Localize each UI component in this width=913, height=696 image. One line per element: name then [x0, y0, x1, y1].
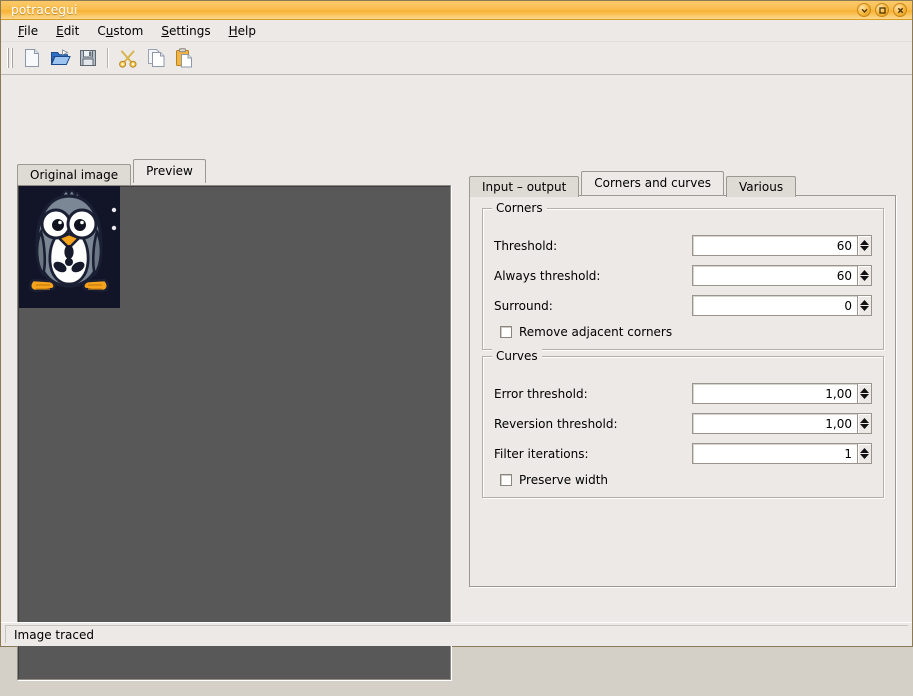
menu-settings[interactable]: Settings — [152, 22, 219, 40]
remove-adjacent-corners-label: Remove adjacent corners — [519, 325, 672, 339]
threshold-value[interactable]: 60 — [692, 235, 857, 256]
menu-custom[interactable]: Custom — [88, 22, 152, 40]
filter-iterations-label: Filter iterations: — [494, 447, 589, 461]
always-threshold-spinbox[interactable]: 60 — [692, 265, 872, 286]
minimize-button[interactable] — [857, 3, 871, 17]
filter-iterations-value[interactable]: 1 — [692, 443, 857, 464]
filter-iterations-row: Filter iterations: 1 — [494, 443, 872, 464]
main-content: Original image Preview — [1, 75, 912, 622]
stepper-up-icon — [860, 240, 869, 245]
always-threshold-row: Always threshold: 60 — [494, 265, 872, 286]
paste-clipboard-icon — [173, 47, 195, 69]
surround-spinbox[interactable]: 0 — [692, 295, 872, 316]
threshold-stepper[interactable] — [857, 235, 872, 256]
curves-group-title: Curves — [492, 349, 542, 363]
stepper-up-icon — [860, 418, 869, 423]
preserve-width-label: Preserve width — [519, 473, 608, 487]
tab-input-output[interactable]: Input – output — [469, 176, 579, 197]
tool-bar — [1, 42, 912, 75]
open-folder-icon — [49, 47, 71, 69]
save-button[interactable] — [74, 44, 102, 72]
image-tabstrip: Original image Preview — [17, 161, 208, 183]
tab-preview[interactable]: Preview — [133, 159, 206, 183]
error-threshold-row: Error threshold: 1,00 — [494, 383, 872, 404]
status-message: Image traced — [5, 625, 908, 643]
reversion-threshold-spinbox[interactable]: 1,00 — [692, 413, 872, 434]
window-title: potracegui — [11, 3, 78, 17]
options-pane: Input – output Corners and curves Variou… — [461, 75, 912, 622]
curves-groupbox: Curves Error threshold: 1,00 Reversio — [482, 356, 884, 498]
corners-and-curves-panel: Corners Threshold: 60 Always threshol — [469, 195, 896, 587]
cut-button[interactable] — [114, 44, 142, 72]
menu-edit[interactable]: Edit — [47, 22, 88, 40]
reversion-threshold-value[interactable]: 1,00 — [692, 413, 857, 434]
close-icon — [896, 6, 905, 15]
new-document-icon — [21, 47, 43, 69]
surround-stepper[interactable] — [857, 295, 872, 316]
surround-label: Surround: — [494, 299, 553, 313]
menu-file[interactable]: FFileile — [9, 22, 47, 40]
stepper-up-icon — [860, 448, 869, 453]
reversion-threshold-label: Reversion threshold: — [494, 417, 618, 431]
status-bar: Image traced — [1, 622, 912, 646]
preserve-width-checkbox[interactable] — [500, 474, 512, 486]
surround-row: Surround: 0 — [494, 295, 872, 316]
window-controls — [857, 3, 907, 17]
threshold-spinbox[interactable]: 60 — [692, 235, 872, 256]
stepper-up-icon — [860, 300, 869, 305]
stepper-down-icon — [860, 246, 869, 251]
stepper-down-icon — [860, 306, 869, 311]
stepper-down-icon — [860, 454, 869, 459]
application-window: potracegui FFileile Edit Custom Set — [0, 0, 913, 647]
stepper-down-icon — [860, 394, 869, 399]
always-threshold-label: Always threshold: — [494, 269, 600, 283]
error-threshold-stepper[interactable] — [857, 383, 872, 404]
corners-group-title: Corners — [492, 201, 547, 215]
error-threshold-value[interactable]: 1,00 — [692, 383, 857, 404]
title-bar[interactable]: potracegui — [1, 1, 912, 20]
menu-help[interactable]: Help — [220, 22, 265, 40]
error-threshold-spinbox[interactable]: 1,00 — [692, 383, 872, 404]
stepper-down-icon — [860, 424, 869, 429]
filter-iterations-stepper[interactable] — [857, 443, 872, 464]
toolbar-separator — [107, 48, 109, 68]
threshold-label: Threshold: — [494, 239, 557, 253]
stepper-up-icon — [860, 388, 869, 393]
preserve-width-row[interactable]: Preserve width — [500, 473, 608, 487]
tab-original-image[interactable]: Original image — [17, 164, 131, 185]
maximize-button[interactable] — [875, 3, 889, 17]
close-button[interactable] — [893, 3, 907, 17]
error-threshold-label: Error threshold: — [494, 387, 588, 401]
corners-groupbox: Corners Threshold: 60 Always threshol — [482, 208, 884, 350]
remove-adjacent-corners-checkbox[interactable] — [500, 326, 512, 338]
reversion-threshold-stepper[interactable] — [857, 413, 872, 434]
always-threshold-value[interactable]: 60 — [692, 265, 857, 286]
always-threshold-stepper[interactable] — [857, 265, 872, 286]
filter-iterations-spinbox[interactable]: 1 — [692, 443, 872, 464]
penguin-preview-image — [19, 186, 120, 308]
stepper-down-icon — [860, 276, 869, 281]
stepper-up-icon — [860, 270, 869, 275]
toolbar-grip[interactable] — [7, 47, 14, 69]
tab-corners-and-curves[interactable]: Corners and curves — [581, 171, 724, 195]
penguin-illustration — [19, 186, 120, 308]
reversion-threshold-row: Reversion threshold: 1,00 — [494, 413, 872, 434]
threshold-row: Threshold: 60 — [494, 235, 872, 256]
preview-canvas[interactable] — [17, 185, 451, 680]
new-document-button[interactable] — [18, 44, 46, 72]
copy-icon — [145, 47, 167, 69]
chevron-down-icon — [860, 6, 869, 15]
options-tabstrip: Input – output Corners and curves Variou… — [469, 173, 798, 195]
menu-bar: FFileile Edit Custom Settings Help — [1, 20, 912, 42]
tab-various[interactable]: Various — [726, 176, 796, 197]
cut-scissors-icon — [117, 47, 139, 69]
surround-value[interactable]: 0 — [692, 295, 857, 316]
preview-pane: Original image Preview — [1, 75, 461, 622]
paste-button[interactable] — [170, 44, 198, 72]
square-icon — [878, 6, 887, 15]
open-file-button[interactable] — [46, 44, 74, 72]
copy-button[interactable] — [142, 44, 170, 72]
remove-adjacent-corners-row[interactable]: Remove adjacent corners — [500, 325, 672, 339]
save-floppy-icon — [77, 47, 99, 69]
